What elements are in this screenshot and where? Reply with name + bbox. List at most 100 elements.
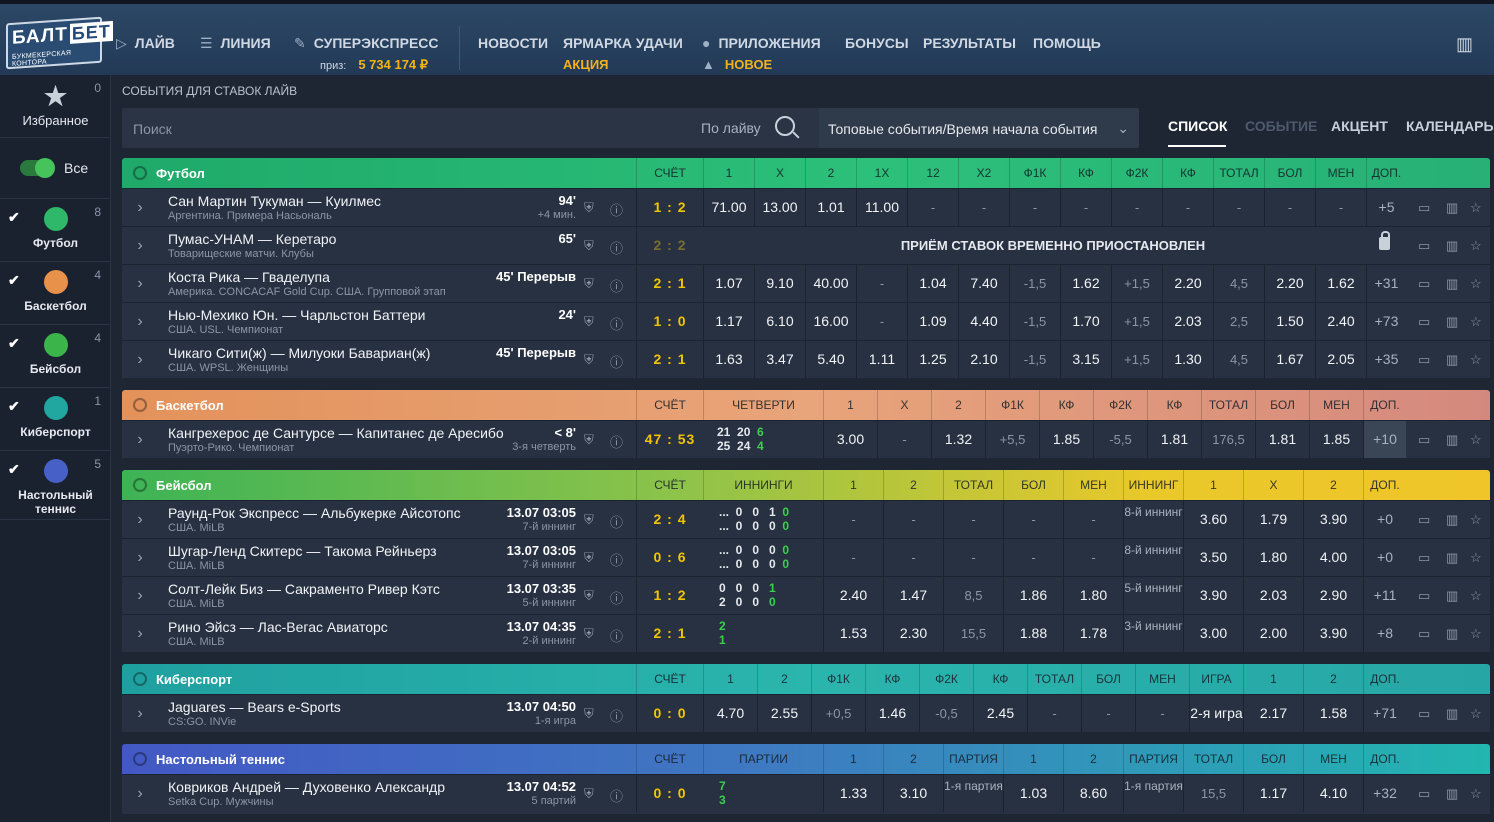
odds-cell[interactable]: 2.40 [1315,303,1366,340]
tv-icon[interactable]: ▭ [1418,432,1430,448]
stats-tv-icon[interactable]: ⛨ [584,352,594,368]
odds-cell[interactable]: 1.85 [1309,421,1363,458]
odds-cell[interactable]: - [1063,539,1123,576]
tv-icon[interactable]: ▭ [1418,200,1430,216]
odds-cell[interactable]: - [1213,189,1264,226]
odds-cell[interactable]: 1.58 [1303,695,1363,732]
odds-cell[interactable]: 2.30 [883,615,943,652]
odds-cell[interactable]: 13.00 [754,189,805,226]
odds-cell[interactable]: 2.05 [1315,341,1366,378]
favorite-star-icon[interactable]: ☆ [1470,314,1482,330]
odds-cell[interactable]: - [856,303,907,340]
odds-cell[interactable]: 1.81 [1255,421,1309,458]
odds-cell[interactable]: 1.62 [1060,265,1111,302]
table-row[interactable]: › Солт-Лейк Биз — Сакраменто Ривер Кэтс СШ… [122,576,1490,614]
odds-cell[interactable]: 1.46 [865,695,919,732]
odds-cell[interactable]: 1.86 [1003,577,1063,614]
odds-cell[interactable]: 2.03 [1162,303,1213,340]
odds-cell[interactable]: 16.00 [805,303,856,340]
odds-cell[interactable]: 3.50 [1183,539,1243,576]
odds-cell[interactable]: 1.62 [1315,265,1366,302]
view-tab-calendar[interactable]: КАЛЕНДАРЬ [1406,118,1494,134]
favorite-star-icon[interactable]: ☆ [1470,432,1482,448]
sidebar-all-toggle[interactable]: Все [0,138,111,199]
table-row[interactable]: › Рино Эйсз — Лас-Вегас Авиаторс США. MiLB… [122,614,1490,652]
odds-cell[interactable]: 176,5 [1201,421,1255,458]
odds-cell[interactable]: 2.40 [823,577,883,614]
odds-cell[interactable]: 2.10 [958,341,1009,378]
odds-cell[interactable]: 3.90 [1303,501,1363,538]
odds-cell[interactable]: 1.80 [1243,539,1303,576]
search-icon[interactable] [775,116,795,136]
odds-cell[interactable]: 1.78 [1063,615,1123,652]
chart-icon[interactable]: ▥ [1446,314,1458,330]
tv-icon[interactable]: ▭ [1418,238,1430,254]
odds-cell[interactable]: 2.03 [1243,577,1303,614]
table-row[interactable]: › Кангрехерос де Сантурсе — Капитанес де … [122,420,1490,458]
odds-cell[interactable]: -1,5 [1009,265,1060,302]
table-row[interactable]: › Нью-Мехико Юн. — Чарльстон Баттери США. … [122,302,1490,340]
odds-cell[interactable]: 1.33 [823,775,883,812]
odds-cell[interactable]: 1.70 [1060,303,1111,340]
section-title[interactable]: Футбол [133,166,205,181]
favorite-star-icon[interactable]: ☆ [1470,512,1482,528]
info-icon[interactable]: ⓘ [610,706,623,725]
more-bets-button[interactable]: +11 [1363,577,1406,614]
table-row[interactable]: › Шугар-Ленд Скитерс — Такома Рейньерз США… [122,538,1490,576]
view-tab-list[interactable]: СПИСОК [1168,118,1227,134]
toggle-switch[interactable] [20,158,55,178]
odds-cell[interactable]: 1.81 [1147,421,1201,458]
odds-cell[interactable]: 8,5 [943,577,1003,614]
odds-cell[interactable]: - [943,501,1003,538]
odds-cell[interactable]: 1.63 [703,341,754,378]
table-row[interactable]: › Пумас-УНАМ — Керетаро Товарищеские матчи… [122,226,1490,264]
nav-live[interactable]: ▷ ЛАЙВ [116,35,175,52]
odds-cell[interactable]: - [1009,189,1060,226]
info-icon[interactable]: ⓘ [610,352,623,371]
odds-cell[interactable]: 1.85 [1039,421,1093,458]
odds-cell[interactable]: - [1063,501,1123,538]
odds-cell[interactable]: - [1162,189,1213,226]
odds-cell[interactable]: 1.47 [883,577,943,614]
table-row[interactable]: › Jaguares — Bears e-Sports CS:GO. INVie 13… [122,694,1490,732]
inning-label[interactable]: 5-й иннинг [1123,577,1183,614]
odds-cell[interactable]: +1,5 [1111,265,1162,302]
odds-cell[interactable]: 4,5 [1213,265,1264,302]
odds-cell[interactable]: 3.60 [1183,501,1243,538]
fair-promo-badge[interactable]: АКЦИЯ [563,57,609,72]
odds-cell[interactable]: 1.01 [805,189,856,226]
tv-icon[interactable]: ▭ [1418,786,1430,802]
sidebar-favorites[interactable]: 0 ★ Избранное [0,75,111,138]
chart-icon[interactable]: ▥ [1446,352,1458,368]
odds-cell[interactable]: -0,5 [919,695,973,732]
view-tab-accent[interactable]: АКЦЕНТ [1331,118,1388,134]
odds-cell[interactable]: 3.90 [1183,577,1243,614]
chart-icon[interactable]: ▥ [1446,432,1458,448]
odds-cell[interactable]: 3.00 [1183,615,1243,652]
odds-cell[interactable]: 1.07 [703,265,754,302]
stats-tv-icon[interactable]: ⛨ [584,786,594,802]
tv-icon[interactable]: ▭ [1418,352,1430,368]
odds-cell[interactable]: -5,5 [1093,421,1147,458]
sidebar-sport-item[interactable]: ✔ 4 Баскетбол [0,262,111,325]
tv-icon[interactable]: ▭ [1418,706,1430,722]
nav-help[interactable]: ПОМОЩЬ [1033,35,1101,51]
odds-cell[interactable]: 1.30 [1162,341,1213,378]
odds-cell[interactable]: 1.03 [1003,775,1063,812]
more-bets-button[interactable]: +10 [1363,421,1406,458]
table-row[interactable]: › Раунд-Рок Экспресс — Альбукерке Айсотоп… [122,500,1490,538]
odds-cell[interactable]: 3.15 [1060,341,1111,378]
odds-cell[interactable]: - [883,539,943,576]
section-title[interactable]: Киберспорт [133,672,232,687]
odds-cell[interactable]: 71.00 [703,189,754,226]
inning-label[interactable]: 8-й иннинг [1123,501,1183,538]
more-bets-button[interactable]: +73 [1366,303,1406,340]
info-icon[interactable]: ⓘ [610,786,623,805]
chart-icon[interactable]: ▥ [1446,706,1458,722]
stats-tv-icon[interactable]: ⛨ [584,626,594,642]
more-bets-button[interactable]: +8 [1363,615,1406,652]
odds-cell[interactable]: 40.00 [805,265,856,302]
info-icon[interactable]: ⓘ [610,238,623,257]
favorite-star-icon[interactable]: ☆ [1470,238,1482,254]
odds-cell[interactable]: 1.88 [1003,615,1063,652]
